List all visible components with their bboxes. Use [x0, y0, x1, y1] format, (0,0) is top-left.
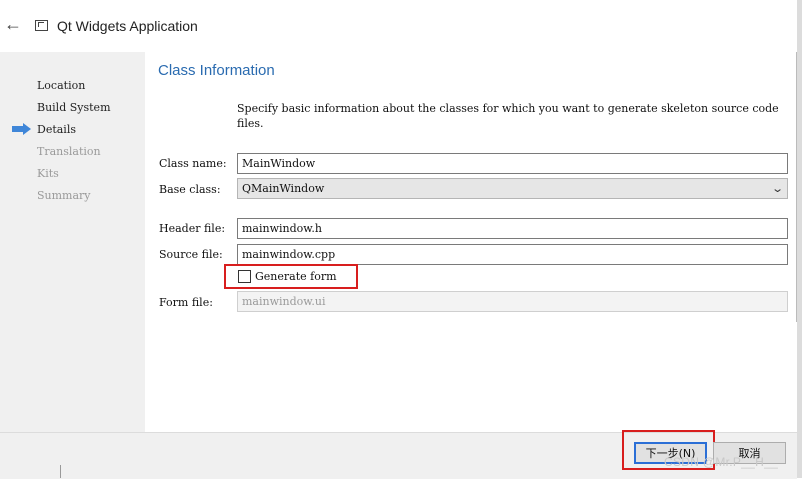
base-class-select[interactable]: QMainWindow ⌄ [237, 178, 788, 199]
class-name-field[interactable] [237, 153, 788, 174]
back-arrow-icon[interactable]: ← [4, 14, 22, 35]
page-description: Specify basic information about the clas… [237, 102, 779, 130]
window-edge [797, 0, 802, 478]
window-icon [35, 20, 48, 31]
sidebar-item-kits: Kits [37, 167, 59, 180]
header-file-label: Header file: [159, 222, 226, 235]
sidebar-item-translation: Translation [37, 145, 101, 158]
title-bar: ← Qt Widgets Application [0, 0, 802, 52]
sidebar-item-build-system: Build System [37, 101, 111, 114]
base-class-value: QMainWindow [242, 182, 325, 195]
divider [60, 465, 61, 478]
current-step-arrow-icon [12, 123, 31, 135]
sidebar-item-location: Location [37, 79, 86, 92]
source-file-field[interactable] [237, 244, 788, 265]
form-file-label: Form file: [159, 296, 213, 309]
chevron-down-icon: ⌄ [770, 182, 784, 195]
watermark: CSDN @Mr.P__H__ [664, 455, 779, 469]
form-file-field [237, 291, 788, 312]
sidebar-item-summary: Summary [37, 189, 91, 202]
class-name-label: Class name: [159, 157, 227, 170]
base-class-label: Base class: [159, 183, 221, 196]
source-file-label: Source file: [159, 248, 223, 261]
scrollbar[interactable] [796, 52, 797, 322]
header-file-field[interactable] [237, 218, 788, 239]
wizard-sidebar: Location Build System Details Translatio… [0, 52, 145, 432]
page-title: Class Information [158, 62, 275, 79]
generate-form-label[interactable]: Generate form [255, 270, 337, 283]
generate-form-checkbox[interactable] [238, 270, 251, 283]
window-title: Qt Widgets Application [57, 18, 198, 34]
sidebar-item-details: Details [37, 123, 76, 136]
